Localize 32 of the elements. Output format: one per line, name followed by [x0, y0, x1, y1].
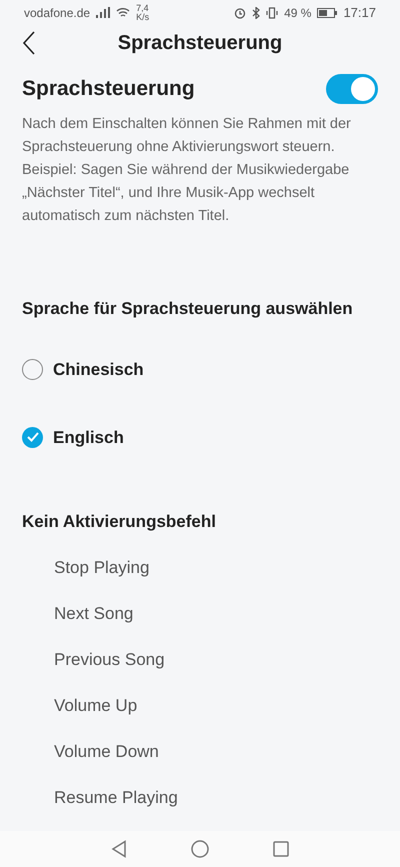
toggle-switch[interactable]	[326, 74, 378, 104]
home-icon[interactable]	[191, 840, 209, 858]
setting-label: Sprachsteuerung	[22, 76, 195, 102]
check-icon	[26, 432, 38, 442]
radio-button[interactable]	[22, 358, 43, 380]
network-speed-unit: K/s	[136, 12, 150, 22]
clock: 17:17	[343, 4, 376, 22]
command-example: Volume Down	[54, 740, 160, 763]
section-heading: Sprache für Sprachsteuerung auswählen	[21, 298, 354, 320]
command-example: Next Song	[54, 602, 134, 625]
carrier-name: vodafone.de	[24, 4, 90, 22]
page-title: Sprachsteuerung	[118, 30, 282, 56]
vibrate-icon	[266, 6, 278, 19]
alarm-icon	[234, 6, 246, 19]
radio-button[interactable]	[22, 426, 43, 448]
signal-icon	[96, 7, 110, 18]
command-example: Stop Playing	[54, 556, 150, 579]
setting-description: Nach dem Einschalten können Sie Rahmen mit der Sprachsteuerung ohne Aktivierungswort steuern. Beispiel: Sagen Sie während der Musikwiedergabe „Nächster Titel“, und Ihre Musik-App wechselt automatisch zum nächsten Titel.	[21, 114, 352, 226]
back-icon[interactable]	[111, 840, 127, 858]
network-speed: 7,4	[136, 4, 150, 13]
section-heading: Kein Aktivierungsbefehl	[21, 511, 217, 534]
bluetooth-icon	[252, 6, 260, 19]
battery-icon	[317, 8, 338, 18]
back-icon	[22, 30, 36, 55]
command-example: Previous Song	[54, 648, 166, 671]
command-example: Volume Up	[54, 694, 138, 717]
command-example: Resume Playing	[54, 786, 179, 809]
language-option[interactable]: Chinesisch	[22, 335, 378, 404]
recent-apps-icon[interactable]	[273, 840, 289, 857]
battery-percent: 49 %	[284, 4, 312, 22]
wifi-icon	[116, 7, 130, 18]
language-option[interactable]: Englisch	[22, 403, 378, 472]
